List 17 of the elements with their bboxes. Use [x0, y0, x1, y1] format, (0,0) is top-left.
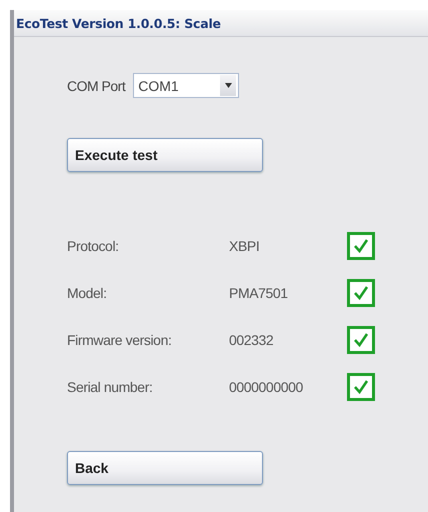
result-value: PMA7501 — [229, 285, 289, 301]
result-value: XBPI — [229, 238, 260, 254]
result-label: Firmware version: — [67, 332, 172, 348]
result-label: Model: — [67, 285, 108, 301]
result-value: 0000000000 — [229, 379, 304, 395]
execute-test-button[interactable]: Execute test — [67, 138, 263, 172]
back-button[interactable]: Back — [67, 451, 263, 485]
result-label: Serial number: — [67, 379, 154, 395]
checkbox[interactable] — [347, 373, 375, 401]
checkbox[interactable] — [347, 232, 375, 260]
result-value: 002332 — [229, 332, 274, 348]
checkbox[interactable] — [347, 326, 375, 354]
result-label: Protocol: — [67, 238, 120, 254]
checkbox[interactable] — [347, 279, 375, 307]
field-label: COM Port — [67, 78, 126, 94]
com-port-dropdown[interactable]: COM1 — [133, 73, 240, 98]
window-title: EcoTest Version 1.0.0.5: Scale — [16, 16, 221, 30]
